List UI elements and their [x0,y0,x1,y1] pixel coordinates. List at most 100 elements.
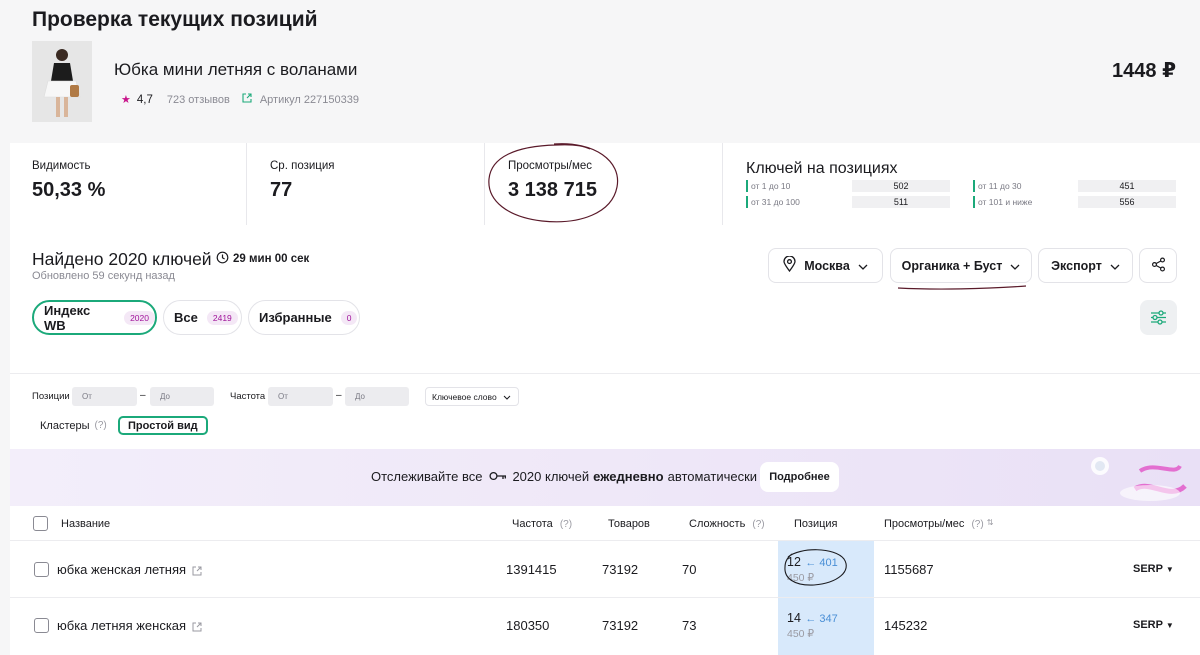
stats-panel: Видимость 50,33 % Ср. позиция 77 Просмот… [10,143,1200,225]
simple-view-button[interactable]: Простой вид [118,416,208,435]
col-header-label: Сложность [689,518,746,530]
filter-settings-button[interactable] [1140,300,1177,335]
timer-value: 29 мин 00 сек [233,253,310,265]
frequency-to-input[interactable]: До [345,387,409,406]
stat-label: Ср. позиция [270,160,335,172]
serp-label: SERP [1133,619,1163,631]
chevron-down-icon [1110,259,1120,273]
frequency-filter-label: Частота [230,391,266,402]
product-price: 1448 ₽ [1112,60,1176,82]
clock-icon [216,251,229,267]
serp-label: SERP [1133,563,1163,575]
banner-text-after: автоматически [667,469,758,484]
tab-index-wb[interactable]: Индекс WB 2020 [32,300,157,335]
keyword-goods: 73192 [602,562,639,577]
city-select[interactable]: Москва [768,248,883,283]
sliders-icon [1151,310,1166,325]
range-label: от 1 до 10 [751,181,791,191]
mode-select[interactable]: Органика + Буст [890,248,1032,283]
range-marker [746,180,748,192]
external-link-icon[interactable] [192,619,202,637]
positions-to-input[interactable]: До [150,387,214,406]
divider [10,373,1200,374]
select-all-checkbox[interactable] [33,516,48,531]
external-link-icon[interactable] [242,93,252,106]
row-checkbox[interactable] [34,618,49,633]
range-dash: – [336,390,342,401]
col-header-label: Просмотры/мес [884,518,965,530]
timer: 29 мин 00 сек [216,251,309,267]
col-header-goods[interactable]: Товаров [608,518,650,530]
positions-filter-label: Позиции [32,391,70,402]
keys-label: Ключей на позициях [746,160,898,177]
tab-label: Избранные [259,310,332,325]
external-link-icon[interactable] [192,563,202,581]
keyword-name[interactable]: юбка женская летняя [57,562,186,577]
more-button[interactable]: Подробнее [760,462,839,492]
sort-icon[interactable]: ⇅ [987,518,994,527]
stat-avg-position: Ср. позиция 77 [270,160,335,202]
handdrawn-circle-annotation [488,143,619,223]
range-label: от 11 до 30 [978,181,1022,191]
keyword-difficulty: 70 [682,562,697,577]
keyword-select-label: Ключевое слово [432,391,497,402]
position-price: 450 ₽ [787,628,815,640]
product-article[interactable]: Артикул 227150339 [260,94,359,106]
range-label: от 31 до 100 [751,197,800,207]
keyword-views: 1155687 [884,562,934,577]
col-header-name[interactable]: Название [61,518,110,530]
range-label: от 101 и ниже [978,197,1033,207]
tab-count-badge: 2419 [206,310,238,325]
product-name[interactable]: Юбка мини летняя с воланами [114,60,357,80]
keyword-select[interactable]: Ключевое слово [425,387,519,406]
help-hint[interactable]: (?) [560,519,572,530]
page-title: Проверка текущих позиций [32,8,318,31]
divider [722,143,723,225]
help-hint[interactable]: (?) [95,420,107,431]
divider [246,143,247,225]
export-select[interactable]: Экспорт [1038,248,1133,283]
frequency-from-input[interactable]: От [268,387,333,406]
handdrawn-circle-annotation [784,549,847,586]
position-previous: ← 347 [805,613,838,625]
range-dash: – [140,390,146,401]
handdrawn-underline-annotation [897,285,1027,290]
col-header-position[interactable]: Позиция [794,518,838,530]
chevron-down-icon [503,392,511,402]
tab-favorites[interactable]: Избранные 0 [248,300,360,335]
keyword-name[interactable]: юбка летняя женская [57,618,186,633]
product-image[interactable] [32,41,92,122]
positions-from-input[interactable]: От [72,387,137,406]
updated-text: Обновлено 59 секунд назад [32,270,175,282]
key-icon [489,469,507,484]
col-header-views[interactable]: Просмотры/мес (?) ⇅ [884,518,993,530]
product-photo [32,41,92,122]
col-header-difficulty[interactable]: Сложность (?) [689,518,765,530]
help-hint[interactable]: (?) [752,519,764,530]
product-reviews[interactable]: 723 отзывов [167,94,230,106]
table-row[interactable]: юбка летняя женская 180350 73192 73 14 ←… [0,598,1200,654]
clusters-view-button[interactable]: Кластеры (?) [32,416,115,435]
banner-illustration [1091,457,1187,501]
range-marker [746,196,748,208]
city-label: Москва [804,258,850,273]
banner-text: Отслеживайте все 2020 ключей ежедневно а… [371,469,757,484]
table-row[interactable]: юбка женская летняя 1391415 73192 70 12 … [0,541,1200,597]
export-label: Экспорт [1051,258,1102,273]
share-button[interactable] [1139,248,1177,283]
keyword-position: 14 ← 347 450 ₽ [787,611,838,641]
product-rating: 4,7 [136,93,153,106]
range-marker [973,180,975,192]
row-checkbox[interactable] [34,562,49,577]
tab-all[interactable]: Все 2419 [163,300,242,335]
star-icon: ★ [121,94,131,106]
serp-dropdown[interactable]: SERP ▼ [1133,619,1174,631]
keyword-difficulty: 73 [682,618,697,633]
keyword-frequency: 1391415 [506,562,557,577]
banner-text-before: Отслеживайте все [371,469,483,484]
col-header-label: Частота [512,518,553,530]
col-header-frequency[interactable]: Частота (?) [512,518,572,530]
serp-dropdown[interactable]: SERP ▼ [1133,563,1174,575]
help-hint[interactable]: (?) [971,519,983,530]
banner-text-bold: ежедневно [593,469,664,484]
